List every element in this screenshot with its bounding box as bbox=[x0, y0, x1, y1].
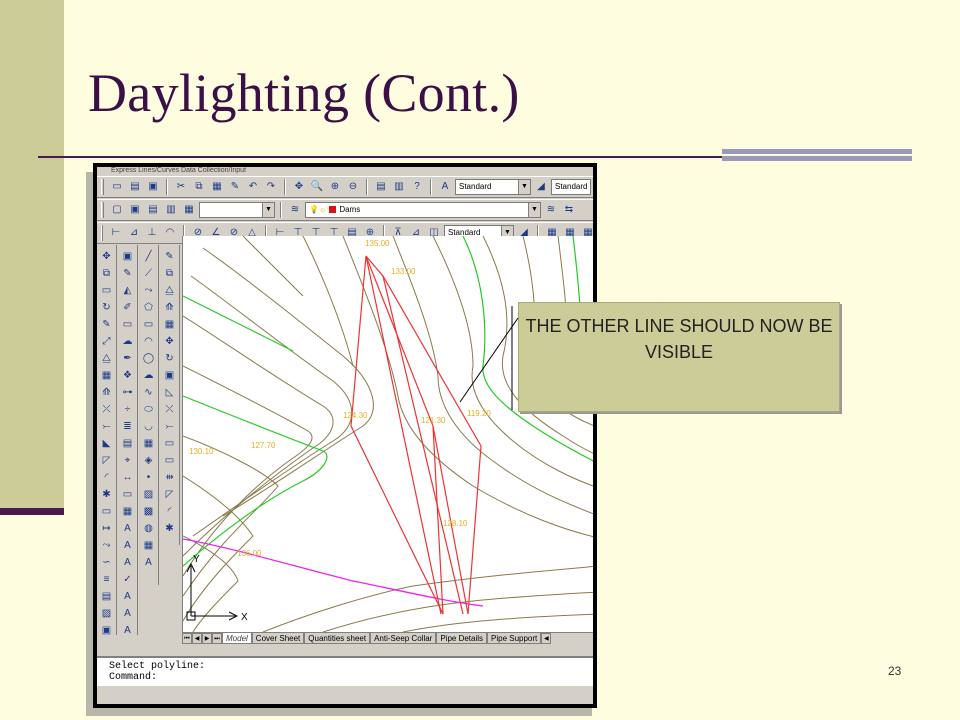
slide-number: 23 bbox=[888, 664, 902, 678]
callout-leader bbox=[459, 306, 519, 410]
